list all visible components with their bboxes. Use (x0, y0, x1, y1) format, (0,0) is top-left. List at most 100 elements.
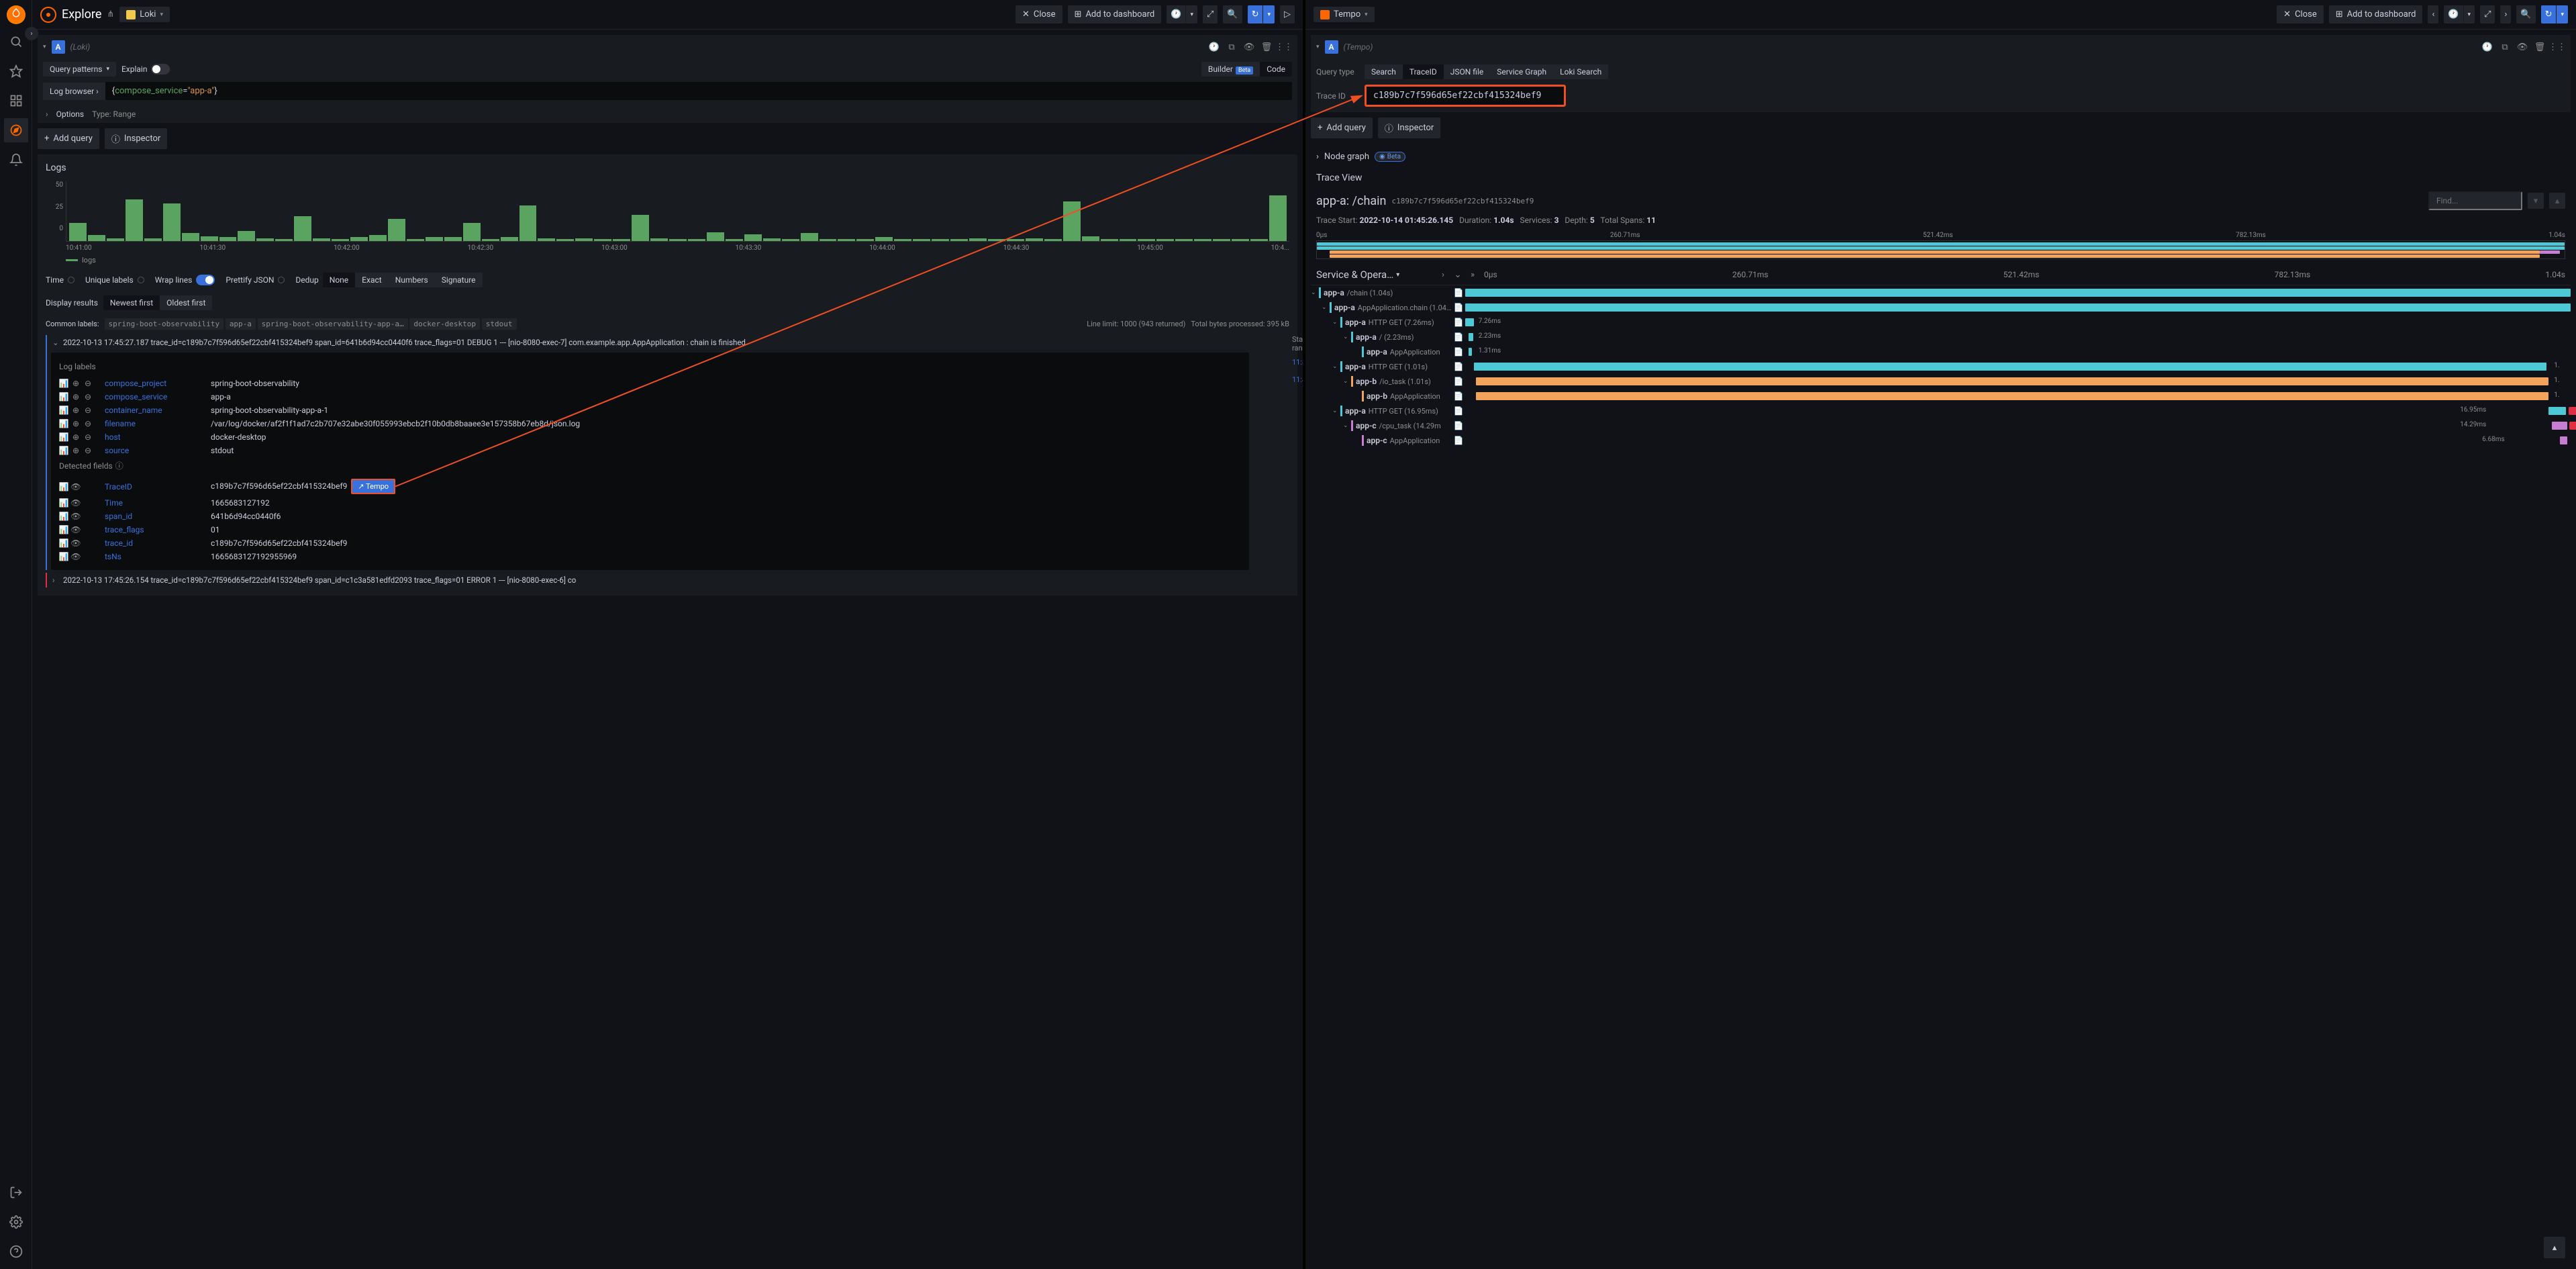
close-button[interactable]: ✕ Close (1015, 5, 1062, 23)
explore-icon[interactable] (4, 118, 28, 142)
span-toggle-icon[interactable]: ⌄ (1332, 319, 1340, 326)
eye-icon[interactable]: 👁 (71, 512, 81, 521)
span-row[interactable]: ⌄app-a/ (2.23ms)📄2.23ms (1311, 330, 2571, 344)
span-row[interactable]: app-aAppApplication📄1.31ms (1311, 344, 2571, 359)
chart-bar[interactable] (575, 238, 593, 241)
zoom-out-button-right[interactable]: ⤢ (2480, 5, 2495, 23)
stats-icon[interactable]: 📊 (59, 419, 68, 428)
add-to-dashboard-button-right[interactable]: ⊞ Add to dashboard (2329, 5, 2423, 23)
collapse-all-icon[interactable]: ⌄ (1452, 269, 1464, 281)
live-button[interactable]: ▷ (1280, 5, 1295, 23)
chart-bar[interactable] (388, 219, 405, 241)
stats-icon[interactable]: 📊 (59, 432, 68, 442)
chart-bar[interactable] (669, 239, 687, 241)
inspector-button-right[interactable]: ⓘ Inspector (1378, 117, 1440, 138)
stats-icon[interactable]: 📊 (59, 379, 68, 388)
chart-bar[interactable] (538, 238, 555, 241)
chart-bar[interactable] (1138, 239, 1155, 241)
dedup-none[interactable]: None (323, 273, 355, 287)
chart-bar[interactable] (763, 238, 781, 241)
unique-labels-toggle[interactable] (138, 277, 144, 283)
datasource-picker-tempo[interactable]: Tempo ▾ (1314, 7, 1375, 22)
tab-search[interactable]: Search (1365, 64, 1403, 79)
chart-bar[interactable] (913, 239, 930, 241)
delete-query-icon[interactable]: 🗑 (2532, 39, 2548, 55)
span-toggle-icon[interactable]: ⌄ (1332, 363, 1340, 370)
sidebar-collapse[interactable]: › (25, 27, 38, 40)
chart-bar[interactable] (838, 239, 855, 241)
zoom-time-button-right[interactable]: 🔍 (2516, 5, 2535, 23)
builder-tab[interactable]: BuilderBeta (1201, 62, 1260, 77)
dashboards-icon[interactable] (4, 89, 28, 113)
find-input[interactable] (2428, 191, 2522, 210)
time-picker-dropdown[interactable]: ▾ (1185, 5, 1197, 23)
zoom-out-button[interactable]: ⤢ (1203, 5, 1218, 23)
zoom-time-button[interactable]: 🔍 (1223, 5, 1242, 23)
chart-bar[interactable] (1156, 239, 1174, 241)
chart-bar[interactable] (1232, 239, 1249, 241)
chart-bar[interactable] (707, 232, 724, 241)
dedup-signature[interactable]: Signature (435, 273, 483, 287)
chart-bar[interactable] (1044, 239, 1062, 241)
chart-bar[interactable] (144, 238, 162, 241)
filter-for-icon[interactable]: ⊕ (71, 379, 81, 388)
chart-bar[interactable] (107, 238, 124, 241)
chart-bar[interactable] (350, 237, 368, 241)
chart-bar[interactable] (820, 239, 837, 241)
datasource-picker-loki[interactable]: Loki ▾ (119, 7, 170, 22)
chart-bar[interactable] (782, 239, 799, 241)
add-query-button-right[interactable]: + Add query (1311, 117, 1373, 138)
alerts-icon[interactable] (4, 148, 28, 172)
oldest-first-tab[interactable]: Oldest first (160, 295, 212, 310)
chart-bar[interactable] (463, 223, 481, 241)
span-toggle-icon[interactable]: ⌄ (1343, 422, 1351, 429)
query-history-icon[interactable]: 🕐 (2479, 39, 2495, 55)
chart-bar[interactable] (875, 237, 893, 241)
chart-bar[interactable] (219, 237, 237, 241)
chart-bar[interactable] (275, 239, 293, 241)
grafana-logo[interactable] (7, 5, 26, 24)
logs-chart[interactable]: 50250 (46, 181, 1289, 242)
chart-bar[interactable] (1194, 239, 1211, 241)
chart-bar[interactable] (482, 239, 499, 241)
span-logs-icon[interactable]: 📄 (1452, 303, 1465, 312)
span-logs-icon[interactable]: 📄 (1452, 288, 1465, 297)
span-logs-icon[interactable]: 📄 (1452, 347, 1465, 357)
copy-query-icon[interactable]: ⧉ (2497, 39, 2513, 55)
stats-icon[interactable]: 📊 (59, 498, 68, 508)
chart-bar[interactable] (1101, 239, 1118, 241)
time-picker-dropdown-right[interactable]: ▾ (2463, 5, 2475, 23)
inspector-button[interactable]: ⓘ Inspector (105, 128, 167, 149)
span-toggle-icon[interactable]: ⌄ (1343, 334, 1351, 340)
chart-bar[interactable] (950, 239, 968, 241)
tab-traceid[interactable]: TraceID (1403, 64, 1444, 79)
span-row[interactable]: ⌄app-aHTTP GET (1.01s)📄1. (1311, 359, 2571, 374)
eye-icon[interactable]: 👁 (71, 498, 81, 508)
chart-bar[interactable] (801, 233, 818, 241)
chart-bar[interactable] (1082, 236, 1099, 241)
span-logs-icon[interactable]: 📄 (1452, 406, 1465, 416)
chart-bar[interactable] (556, 239, 574, 241)
chart-bar[interactable] (126, 199, 143, 241)
filter-for-icon[interactable]: ⊕ (71, 446, 81, 455)
chart-bar[interactable] (444, 237, 462, 241)
tab-servicegraph[interactable]: Service Graph (1490, 64, 1553, 79)
stats-icon[interactable]: 📊 (59, 482, 68, 491)
eye-icon[interactable]: 👁 (71, 538, 81, 548)
span-logs-icon[interactable]: 📄 (1452, 391, 1465, 401)
star-icon[interactable] (4, 59, 28, 83)
run-query-button[interactable]: ↻ (1248, 5, 1263, 23)
newest-first-tab[interactable]: Newest first (103, 295, 160, 310)
find-next-button[interactable]: ▾ (2528, 193, 2544, 209)
chart-bar[interactable] (1063, 201, 1081, 241)
log-line[interactable]: ⌄2022-10-13 17:45:27.187 trace_id=c189b7… (51, 335, 1289, 350)
span-row[interactable]: ⌄app-aHTTP GET (16.95ms)📄16.95ms (1311, 404, 2571, 418)
chart-bar[interactable] (201, 236, 218, 241)
chart-bar[interactable] (856, 239, 874, 241)
trace-minimap[interactable]: 0µs260.71ms521.42ms782.13ms1.04s (1316, 230, 2565, 259)
chart-bar[interactable] (369, 235, 387, 241)
chart-bar[interactable] (894, 239, 911, 241)
scroll-top-button[interactable]: ▴ (2544, 1237, 2565, 1258)
chart-bar[interactable] (294, 216, 311, 241)
dedup-numbers[interactable]: Numbers (389, 273, 435, 287)
